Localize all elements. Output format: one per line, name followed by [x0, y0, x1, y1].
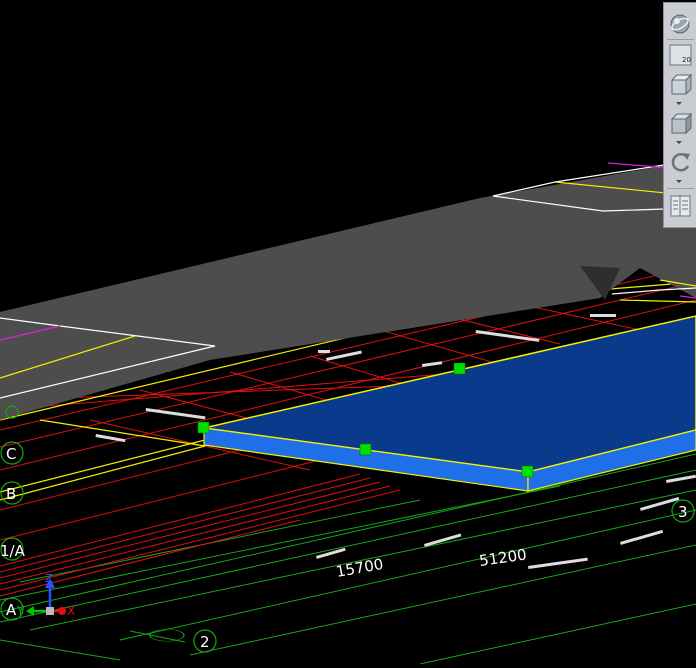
ucs-x-label: X [67, 604, 75, 618]
orbit-globe-icon[interactable] [667, 11, 694, 37]
grid-label-3: 3 [678, 503, 688, 521]
zoom-value: 20 [682, 56, 691, 64]
zoom-window-icon[interactable]: 20 [667, 42, 694, 68]
grip-point [521, 465, 534, 478]
navigation-toolbar: 20 [663, 2, 696, 228]
chevron-down-icon[interactable] [676, 102, 682, 105]
grid-label-2: 2 [200, 633, 210, 651]
chevron-down-icon[interactable] [676, 180, 682, 183]
grid-label-c: C [6, 445, 16, 463]
visual-style-icon[interactable] [667, 111, 694, 137]
grid-label-a: A [6, 601, 17, 619]
rotate-icon[interactable] [667, 149, 694, 175]
view-cube-icon[interactable] [667, 72, 694, 98]
ucs-z-label: Z [45, 572, 53, 585]
cad-3d-viewport[interactable]: C B 1/A A 2 3 15700 51200 Z X Y [0, 0, 696, 665]
layout-grid-icon[interactable] [667, 193, 694, 219]
grid-label-1a: 1/A [0, 542, 26, 560]
grid-label-b: B [6, 485, 16, 503]
grip-point [359, 443, 372, 456]
viewport-canvas[interactable]: C B 1/A A 2 3 15700 51200 Z X Y [0, 0, 696, 665]
chevron-down-icon[interactable] [676, 141, 682, 144]
grip-point [453, 362, 466, 375]
grip-point [197, 421, 210, 434]
ucs-y-label: Y [16, 604, 25, 618]
